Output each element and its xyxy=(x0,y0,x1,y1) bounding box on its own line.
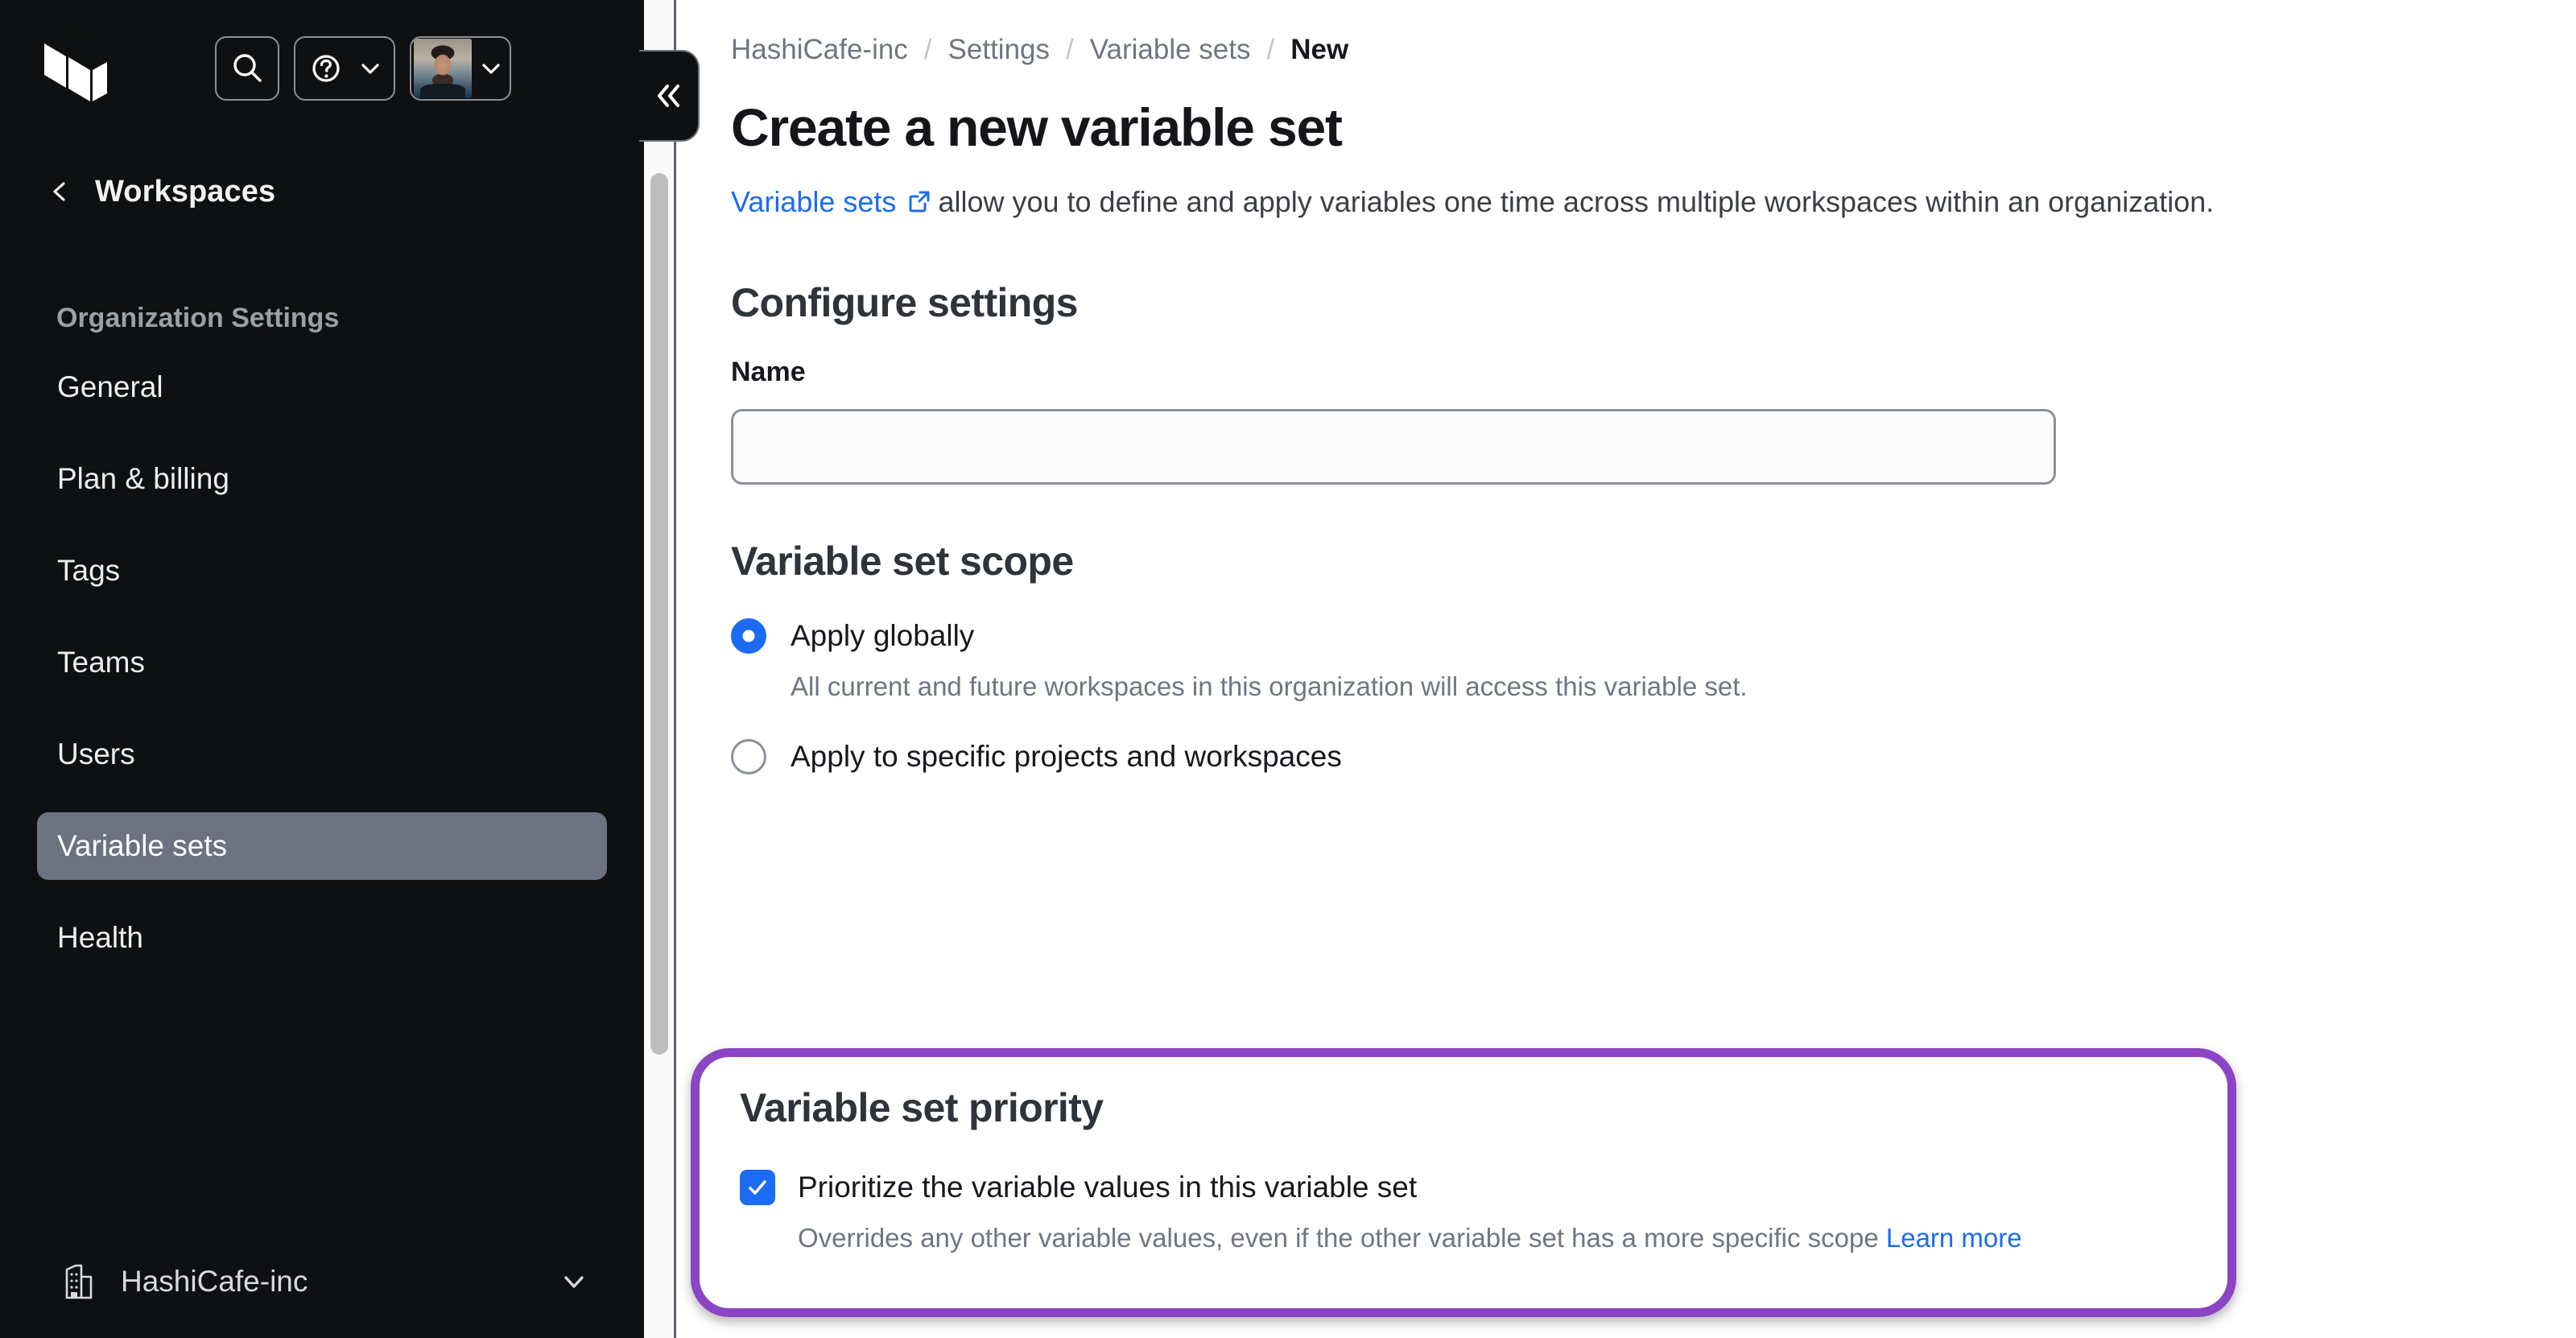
external-link-icon xyxy=(909,191,930,213)
breadcrumb-item-settings[interactable]: Settings xyxy=(948,34,1050,66)
sidebar-item-general[interactable]: General xyxy=(37,353,607,421)
search-icon xyxy=(233,54,262,82)
page-description: Variable sets allow you to define and app… xyxy=(731,184,2576,221)
sidebar-section-label: Organization Settings xyxy=(56,303,340,333)
learn-more-link[interactable]: Learn more xyxy=(1886,1223,2022,1253)
prioritize-help-text: Overrides any other variable values, eve… xyxy=(798,1223,2227,1253)
sidebar-item-plan-billing[interactable]: Plan & billing xyxy=(37,445,607,513)
sidebar-item-label: Variable sets xyxy=(57,829,228,862)
prioritize-checkbox[interactable] xyxy=(740,1170,775,1205)
breadcrumb-separator: / xyxy=(1266,34,1275,65)
sidebar-item-label: Teams xyxy=(57,646,145,679)
radio-apply-globally[interactable]: Apply globally xyxy=(731,617,2576,654)
variable-set-priority-heading: Variable set priority xyxy=(740,1085,1104,1130)
radio-apply-globally-help: All current and future workspaces in thi… xyxy=(791,671,1748,701)
name-input[interactable] xyxy=(731,408,2056,485)
double-chevron-left-icon xyxy=(657,85,679,107)
name-field-label: Name xyxy=(731,356,806,387)
sidebar-item-label: General xyxy=(57,370,163,403)
breadcrumb-item-new: New xyxy=(1290,34,1349,65)
sidebar-item-health[interactable]: Health xyxy=(37,904,607,972)
prioritize-help-body: Overrides any other variable values, eve… xyxy=(798,1223,1879,1253)
sidebar-item-label: Users xyxy=(57,737,135,770)
organization-switcher[interactable]: HashiCafe-inc xyxy=(0,1225,644,1338)
variable-sets-doc-link[interactable]: Variable sets xyxy=(731,185,896,218)
page-title: Create a new variable set xyxy=(731,97,1343,157)
sidebar-item-label: Health xyxy=(57,921,143,954)
radio-apply-specific[interactable]: Apply to specific projects and workspace… xyxy=(731,738,2576,774)
sidebar-item-users[interactable]: Users xyxy=(37,721,607,788)
breadcrumb-separator: / xyxy=(923,34,932,65)
radio-label: Apply globally xyxy=(791,618,975,652)
back-to-workspaces[interactable]: Workspaces xyxy=(0,159,644,224)
collapse-sidebar-button[interactable] xyxy=(639,50,700,142)
prioritize-checkbox-row[interactable]: Prioritize the variable values in this v… xyxy=(740,1170,2227,1205)
breadcrumb-item-variable-sets[interactable]: Variable sets xyxy=(1090,34,1251,66)
page-scrollbar[interactable] xyxy=(644,0,676,1338)
sidebar-item-label: Plan & billing xyxy=(57,462,229,495)
chevron-down-icon xyxy=(361,64,379,74)
configure-settings-heading: Configure settings xyxy=(731,279,1078,325)
main-content: HashiCafe-inc / Settings / Variable sets… xyxy=(676,0,2576,1338)
radio-indicator[interactable] xyxy=(731,617,766,654)
chevron-left-icon xyxy=(53,182,65,201)
page-description-text: allow you to define and apply variables … xyxy=(938,185,2215,218)
sidebar-item-tags[interactable]: Tags xyxy=(37,537,607,605)
help-circle-icon xyxy=(312,55,340,82)
help-menu-button[interactable] xyxy=(294,36,395,101)
sidebar-nav: General Plan & billing Tags Teams Users … xyxy=(0,353,644,996)
search-button[interactable] xyxy=(215,36,279,101)
breadcrumb-item-org[interactable]: HashiCafe-inc xyxy=(731,34,908,66)
variable-set-priority-card: Variable set priority Prioritize the var… xyxy=(691,1048,2236,1317)
prioritize-checkbox-label: Prioritize the variable values in this v… xyxy=(798,1171,1418,1204)
user-menu-button[interactable] xyxy=(410,36,511,101)
building-icon xyxy=(65,1264,93,1299)
scrollbar-thumb[interactable] xyxy=(650,173,668,1055)
chevron-down-icon xyxy=(564,1276,584,1288)
radio-indicator[interactable] xyxy=(731,738,766,774)
breadcrumb: HashiCafe-inc / Settings / Variable sets… xyxy=(731,31,2576,69)
back-label: Workspaces xyxy=(95,174,276,209)
sidebar-item-variable-sets[interactable]: Variable sets xyxy=(37,812,607,880)
sidebar-toolbar xyxy=(0,0,644,137)
avatar xyxy=(414,39,472,98)
variable-set-scope-heading: Variable set scope xyxy=(731,538,1074,584)
chevron-down-icon xyxy=(482,64,500,74)
checkmark-icon xyxy=(749,1180,766,1195)
sidebar: Workspaces Organization Settings General… xyxy=(0,0,700,1338)
sidebar-item-teams[interactable]: Teams xyxy=(37,629,607,696)
breadcrumb-separator: / xyxy=(1066,34,1074,65)
radio-label: Apply to specific projects and workspace… xyxy=(791,739,1342,773)
app-root: Workspaces Organization Settings General… xyxy=(0,0,2576,1338)
sidebar-item-label: Tags xyxy=(57,554,121,587)
terraform-logo xyxy=(44,30,107,107)
organization-name: HashiCafe-inc xyxy=(121,1265,308,1298)
